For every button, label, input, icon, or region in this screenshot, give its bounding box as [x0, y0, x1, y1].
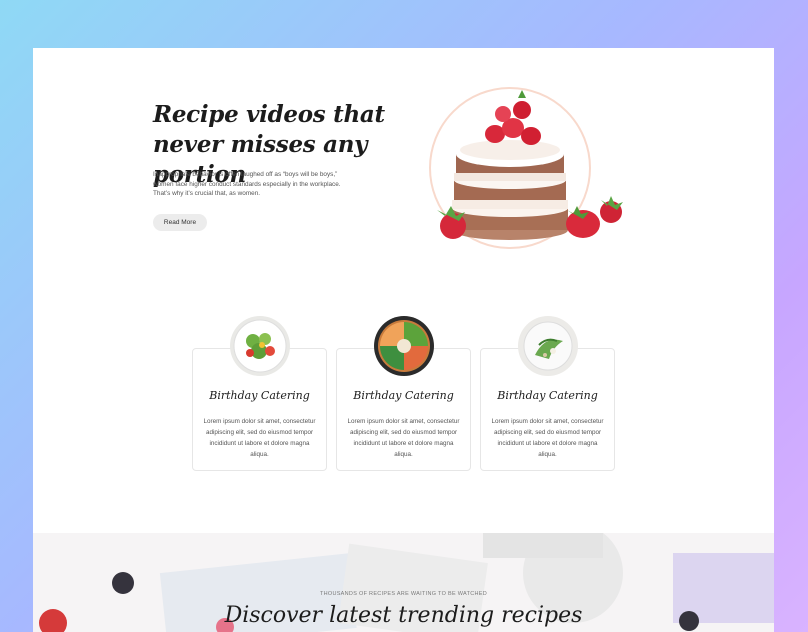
strawberry-cake-image [415, 84, 631, 259]
service-title: Birthday Catering [209, 389, 310, 402]
service-text: Lorem ipsum dolor sit amet, consectetur … [203, 418, 316, 458]
service-title: Birthday Catering [353, 389, 454, 402]
landing-page: Recipe videos that never misses any port… [33, 48, 774, 632]
hero-description: Inappropriate behavior is often laughed … [153, 171, 341, 197]
service-text: Lorem ipsum dolor sit amet, consectetur … [347, 418, 460, 458]
service-card[interactable]: Birthday Catering Lorem ipsum dolor sit … [480, 316, 615, 471]
service-text: Lorem ipsum dolor sit amet, consectetur … [491, 418, 604, 458]
poke-bowl-image [373, 315, 435, 377]
banner-title: Discover latest trending recipes [224, 603, 583, 628]
service-title: Birthday Catering [497, 389, 598, 402]
greens-plate-image [517, 315, 579, 377]
salad-plate-image [229, 315, 291, 377]
trending-banner: THOUSANDS OF RECIPES ARE WAITING TO BE W… [33, 533, 774, 632]
service-card[interactable]: Birthday Catering Lorem ipsum dolor sit … [336, 316, 471, 471]
banner-kicker: THOUSANDS OF RECIPES ARE WAITING TO BE W… [319, 591, 488, 597]
read-more-button[interactable]: Read More [153, 214, 207, 231]
service-card[interactable]: Birthday Catering Lorem ipsum dolor sit … [192, 316, 327, 471]
